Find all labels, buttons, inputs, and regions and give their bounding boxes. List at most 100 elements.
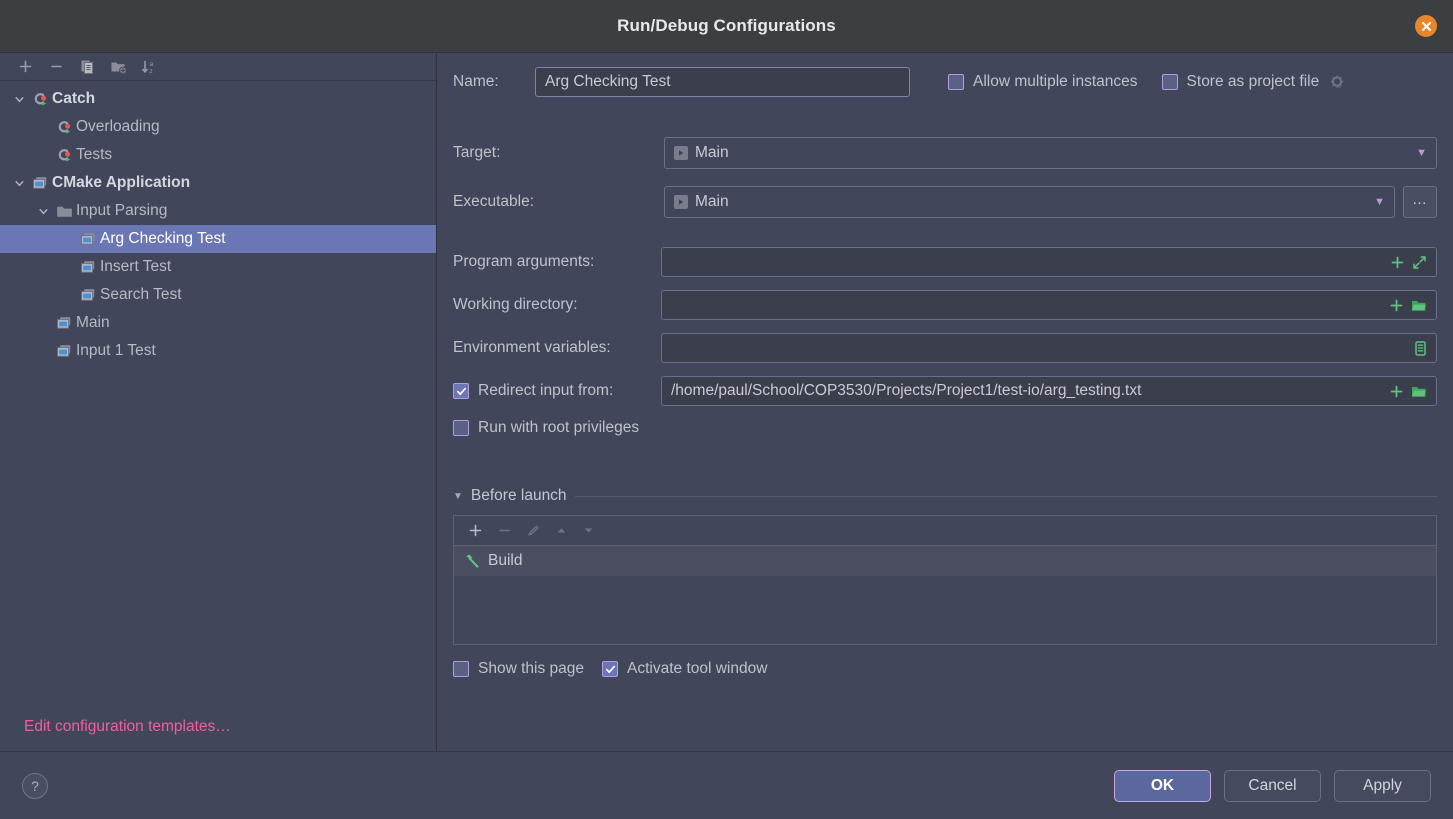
edit-task-button bbox=[526, 523, 541, 538]
redirect-input-path-input[interactable]: /home/paul/School/COP3530/Projects/Proje… bbox=[661, 376, 1437, 406]
show-this-page-checkbox-row[interactable]: Show this page bbox=[453, 660, 584, 678]
before-launch-toolbar bbox=[454, 516, 1436, 546]
environment-variables-input[interactable] bbox=[661, 333, 1437, 363]
tree-item-label: Input 1 Test bbox=[76, 342, 156, 359]
store-as-project-file-label: Store as project file bbox=[1186, 73, 1320, 90]
cmake-application-icon bbox=[78, 287, 98, 304]
add-configuration-button[interactable] bbox=[14, 56, 36, 78]
run-with-root-privileges-checkbox-row[interactable]: Run with root privileges bbox=[453, 419, 639, 437]
redirect-input-label: Redirect input from: bbox=[478, 382, 614, 399]
name-input[interactable]: Arg Checking Test bbox=[535, 67, 910, 97]
executable-dropdown[interactable]: Main ▼ bbox=[664, 186, 1395, 218]
tree-item-label: Arg Checking Test bbox=[100, 230, 226, 247]
before-launch-task-build[interactable]: Build bbox=[454, 546, 1436, 576]
edit-configuration-templates-link[interactable]: Edit configuration templates… bbox=[24, 718, 231, 736]
activate-tool-window-checkbox-row[interactable]: Activate tool window bbox=[602, 660, 767, 678]
target-value: Main bbox=[695, 144, 729, 161]
svg-text:a: a bbox=[150, 61, 154, 68]
program-arguments-row: Program arguments: bbox=[453, 247, 1437, 277]
tree-item[interactable]: Overloading bbox=[0, 113, 436, 141]
run-with-root-privileges-checkbox[interactable] bbox=[453, 420, 469, 436]
folder-add-icon[interactable] bbox=[107, 56, 129, 78]
chevron-down-icon[interactable] bbox=[32, 206, 54, 217]
tree-item-label: Tests bbox=[76, 146, 113, 163]
executable-label: Executable: bbox=[453, 193, 534, 210]
activate-tool-window-checkbox[interactable] bbox=[602, 661, 618, 677]
add-task-button[interactable] bbox=[468, 523, 483, 538]
browse-folder-icon[interactable] bbox=[1411, 384, 1427, 399]
program-arguments-input[interactable] bbox=[661, 247, 1437, 277]
cancel-button[interactable]: Cancel bbox=[1224, 769, 1321, 802]
environment-variables-row: Environment variables: bbox=[453, 333, 1437, 363]
chevron-down-icon[interactable] bbox=[8, 94, 30, 105]
cmake-application-icon bbox=[78, 231, 98, 248]
tree-item[interactable]: Insert Test bbox=[0, 253, 436, 281]
allow-multiple-instances-label: Allow multiple instances bbox=[973, 73, 1138, 90]
working-directory-label: Working directory: bbox=[453, 296, 578, 313]
dialog-title: Run/Debug Configurations bbox=[617, 16, 836, 35]
tree-item[interactable]: Tests bbox=[0, 141, 436, 169]
store-as-project-file-checkbox[interactable] bbox=[1161, 74, 1178, 90]
allow-multiple-instances-checkbox[interactable] bbox=[948, 74, 964, 90]
expand-editor-icon[interactable] bbox=[1412, 255, 1427, 270]
allow-multiple-instances-checkbox-row[interactable]: Allow multiple instances bbox=[948, 73, 1138, 91]
tree-item[interactable]: Search Test bbox=[0, 281, 436, 309]
tree-item-label: Main bbox=[76, 314, 110, 331]
before-launch-task-label: Build bbox=[488, 552, 523, 569]
insert-macro-icon[interactable] bbox=[1390, 255, 1405, 270]
tree-item[interactable]: Catch bbox=[0, 85, 436, 113]
chevron-down-icon[interactable]: ▼ bbox=[453, 491, 463, 502]
catch-test-icon bbox=[30, 91, 50, 108]
working-directory-input[interactable] bbox=[661, 290, 1437, 320]
name-label: Name: bbox=[453, 73, 499, 90]
program-arguments-label: Program arguments: bbox=[453, 253, 595, 270]
target-label: Target: bbox=[453, 144, 501, 161]
redirect-input-checkbox-row[interactable]: Redirect input from: bbox=[453, 382, 661, 400]
help-icon[interactable]: ? bbox=[22, 772, 48, 799]
chevron-down-icon[interactable]: ▼ bbox=[1416, 147, 1427, 159]
before-launch-task-list: Build bbox=[453, 515, 1437, 645]
browse-folder-icon[interactable] bbox=[1411, 298, 1427, 313]
dialog-body: a z Catch Overloading Tests CMake Applicati… bbox=[0, 52, 1453, 751]
remove-configuration-button[interactable] bbox=[45, 56, 67, 78]
tree-item-label: CMake Application bbox=[52, 174, 191, 191]
sort-alphabetical-icon[interactable]: a z bbox=[138, 56, 160, 78]
gear-icon[interactable] bbox=[1330, 74, 1345, 90]
svg-text:z: z bbox=[150, 68, 153, 75]
redirect-input-checkbox[interactable] bbox=[453, 383, 469, 399]
sidebar-toolbar: a z bbox=[0, 53, 436, 81]
target-dropdown[interactable]: Main ▼ bbox=[664, 137, 1437, 169]
show-this-page-checkbox[interactable] bbox=[453, 661, 469, 677]
dialog-titlebar: Run/Debug Configurations bbox=[0, 0, 1453, 52]
insert-macro-icon[interactable] bbox=[1389, 298, 1404, 313]
target-row: Target: Main ▼ bbox=[453, 137, 1437, 169]
copy-configuration-button[interactable] bbox=[76, 56, 98, 78]
before-launch-section-header[interactable]: ▼ Before launch bbox=[453, 487, 1437, 505]
catch-test-icon bbox=[54, 147, 74, 164]
run-with-root-privileges-label: Run with root privileges bbox=[478, 419, 640, 436]
executable-browse-button[interactable]: … bbox=[1403, 186, 1437, 218]
ok-button[interactable]: OK bbox=[1114, 769, 1211, 802]
close-icon[interactable] bbox=[1415, 15, 1437, 37]
tree-item[interactable]: CMake Application bbox=[0, 169, 436, 197]
environment-variables-editor-icon[interactable] bbox=[1414, 340, 1427, 356]
run-target-icon bbox=[674, 146, 688, 160]
tree-item[interactable]: Arg Checking Test bbox=[0, 225, 436, 253]
tree-item[interactable]: Input 1 Test bbox=[0, 337, 436, 365]
insert-macro-icon[interactable] bbox=[1389, 384, 1404, 399]
store-as-project-file-checkbox-row[interactable]: Store as project file bbox=[1161, 73, 1346, 91]
apply-button[interactable]: Apply bbox=[1334, 769, 1431, 802]
tree-item[interactable]: Main bbox=[0, 309, 436, 337]
redirect-input-path-value: /home/paul/School/COP3530/Projects/Proje… bbox=[671, 382, 1142, 399]
folder-icon bbox=[54, 204, 74, 219]
configurations-tree[interactable]: Catch Overloading Tests CMake Application In… bbox=[0, 81, 436, 751]
show-this-page-label: Show this page bbox=[478, 660, 584, 677]
dialog-footer: ? OK Cancel Apply bbox=[0, 751, 1453, 819]
tree-item[interactable]: Input Parsing bbox=[0, 197, 436, 225]
chevron-down-icon[interactable] bbox=[8, 178, 30, 189]
chevron-down-icon[interactable]: ▼ bbox=[1374, 196, 1385, 208]
configurations-sidebar: a z Catch Overloading Tests CMake Applicati… bbox=[0, 53, 437, 751]
build-hammer-icon bbox=[464, 553, 480, 569]
executable-value: Main bbox=[695, 193, 729, 210]
tree-item-label: Insert Test bbox=[100, 258, 172, 275]
